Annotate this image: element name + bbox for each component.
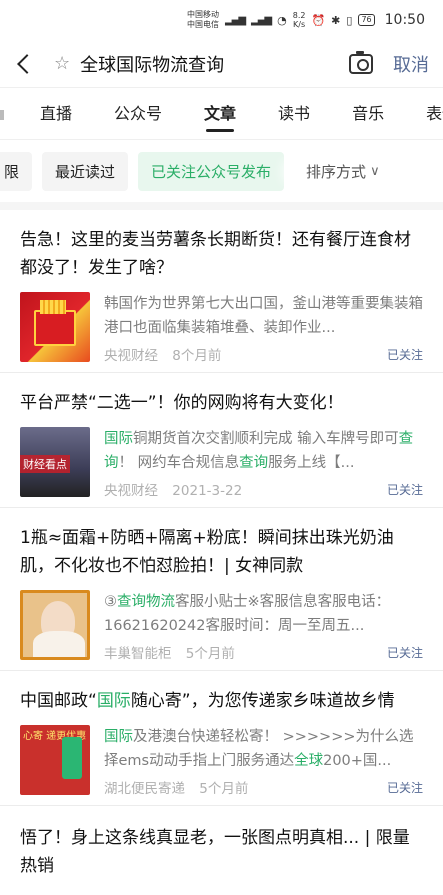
article-card[interactable]: 告急！这里的麦当劳薯条长期断货！还有餐厅连食材都没了！发生了啥？ 韩国作为世界第… bbox=[0, 210, 443, 373]
article-thumbnail: 心寄 递更优惠 bbox=[20, 725, 90, 795]
article-title[interactable]: 平台严禁“二选一”！你的网购将有大变化！ bbox=[20, 389, 423, 417]
filter-chip-recent[interactable]: 最近读过 bbox=[42, 151, 129, 191]
filter-chip-followed[interactable]: 已关注公众号发布 bbox=[138, 151, 285, 191]
category-tabs: 直播 公众号 文章 读书 音乐 表情 bbox=[0, 88, 443, 140]
article-card[interactable]: 1瓶≈面霜+防晒+隔离+粉底！瞬间抹出珠光奶油肌，不化妆也不怕怼脸拍！| 女神同… bbox=[0, 508, 443, 671]
article-snippet: 韩国作为世界第七大出口国，釜山港等重要集装箱港口也面临集装箱堆叠、装卸作业... bbox=[104, 296, 423, 336]
article-time: 8个月前 bbox=[172, 348, 222, 364]
network-speed: 8.2 K/s bbox=[293, 11, 306, 29]
article-thumbnail: 财经看点 bbox=[20, 427, 90, 497]
tab-books[interactable]: 读书 bbox=[257, 88, 331, 139]
article-source: 丰巢智能柜 bbox=[104, 646, 172, 662]
article-source: 央视财经 bbox=[104, 348, 158, 364]
article-thumbnail bbox=[20, 590, 90, 660]
article-source: 湖北便民寄递 bbox=[104, 781, 185, 797]
carrier-info: 中国移动 中国电信 bbox=[187, 10, 219, 30]
battery-icon: 76 bbox=[358, 14, 375, 26]
carrier-1: 中国移动 bbox=[186, 10, 219, 19]
signal-icon: ▂▄▆ bbox=[224, 14, 246, 26]
speed-unit: K/s bbox=[293, 20, 306, 29]
article-time: 5个月前 bbox=[185, 646, 235, 662]
tab-music[interactable]: 音乐 bbox=[331, 88, 405, 139]
followed-badge: 已关注 bbox=[386, 780, 423, 795]
speed-value: 8.2 bbox=[292, 11, 306, 20]
bluetooth-icon: ✱ bbox=[331, 13, 341, 27]
article-snippet: 国际及港澳台快递轻松寄！ >>>>>>为什么选择ems动动手指上门服务通达全球2… bbox=[104, 729, 414, 769]
followed-badge: 已关注 bbox=[386, 482, 423, 497]
article-time: 2021-3-22 bbox=[172, 483, 243, 499]
article-card[interactable]: 平台严禁“二选一”！你的网购将有大变化！ 财经看点 国际铜期货首次交割顺利完成 … bbox=[0, 373, 443, 508]
article-title[interactable]: 中国邮政“国际随心寄”，为您传递家乡味道故乡情 bbox=[20, 687, 423, 715]
vibrate-icon: ▯ bbox=[346, 13, 353, 27]
article-source: 央视财经 bbox=[104, 483, 158, 499]
article-title-partial[interactable]: 悟了！身上这条线真显老，一张图点明真相... | 限量热销 bbox=[0, 806, 443, 880]
sort-label: 排序方式 bbox=[306, 162, 367, 181]
thumbnail-label: 财经看点 bbox=[20, 455, 70, 473]
star-icon[interactable]: ☆ bbox=[54, 53, 70, 74]
article-card[interactable]: 中国邮政“国际随心寄”，为您传递家乡味道故乡情 心寄 递更优惠 国际及港澳台快递… bbox=[0, 671, 443, 806]
article-snippet: 国际铜期货首次交割顺利完成 输入车牌号即可查询！ 网约车合规信息查询服务上线【.… bbox=[104, 431, 414, 471]
thumbnail-label: 心寄 递更优惠 bbox=[23, 731, 87, 742]
wifi-icon: ◔ bbox=[277, 13, 287, 27]
chevron-down-icon: ∨ bbox=[370, 163, 380, 179]
search-bar: ☆ 全球国际物流查询 取消 bbox=[0, 40, 443, 88]
tab-articles[interactable]: 文章 bbox=[183, 88, 257, 139]
search-input[interactable]: 全球国际物流查询 bbox=[80, 51, 349, 77]
cancel-button[interactable]: 取消 bbox=[393, 51, 429, 77]
followed-badge: 已关注 bbox=[386, 645, 423, 660]
article-time: 5个月前 bbox=[199, 781, 249, 797]
sort-dropdown[interactable]: 排序方式 ∨ bbox=[294, 160, 380, 182]
article-title[interactable]: 1瓶≈面霜+防晒+隔离+粉底！瞬间抹出珠光奶油肌，不化妆也不怕怼脸拍！| 女神同… bbox=[20, 524, 423, 580]
filter-chip-limit[interactable]: 限 bbox=[0, 151, 33, 191]
filter-bar: 限 最近读过 已关注公众号发布 排序方式 ∨ bbox=[0, 140, 443, 210]
status-bar: 中国移动 中国电信 ▂▄▆ ▂▄▆ ◔ 8.2 K/s ⏰ ✱ ▯ 76 10:… bbox=[0, 0, 443, 40]
article-thumbnail bbox=[20, 292, 90, 362]
clock: 10:50 bbox=[384, 12, 425, 28]
tab-stickers[interactable]: 表情 bbox=[405, 88, 443, 139]
back-arrow-icon[interactable] bbox=[14, 53, 36, 75]
camera-icon[interactable] bbox=[349, 50, 373, 74]
article-snippet: ③查询物流客服小贴士※客服信息客服电话：16621620242客服时间：周一至周… bbox=[104, 594, 391, 634]
signal-icon-2: ▂▄▆ bbox=[251, 14, 272, 26]
article-title[interactable]: 告急！这里的麦当劳薯条长期断货！还有餐厅连食材都没了！发生了啥？ bbox=[20, 226, 423, 282]
tab-official-accounts[interactable]: 公众号 bbox=[93, 88, 183, 139]
followed-badge: 已关注 bbox=[386, 347, 423, 362]
alarm-icon: ⏰ bbox=[311, 13, 326, 27]
carrier-2: 中国电信 bbox=[186, 20, 219, 29]
tab-live[interactable]: 直播 bbox=[0, 88, 93, 139]
